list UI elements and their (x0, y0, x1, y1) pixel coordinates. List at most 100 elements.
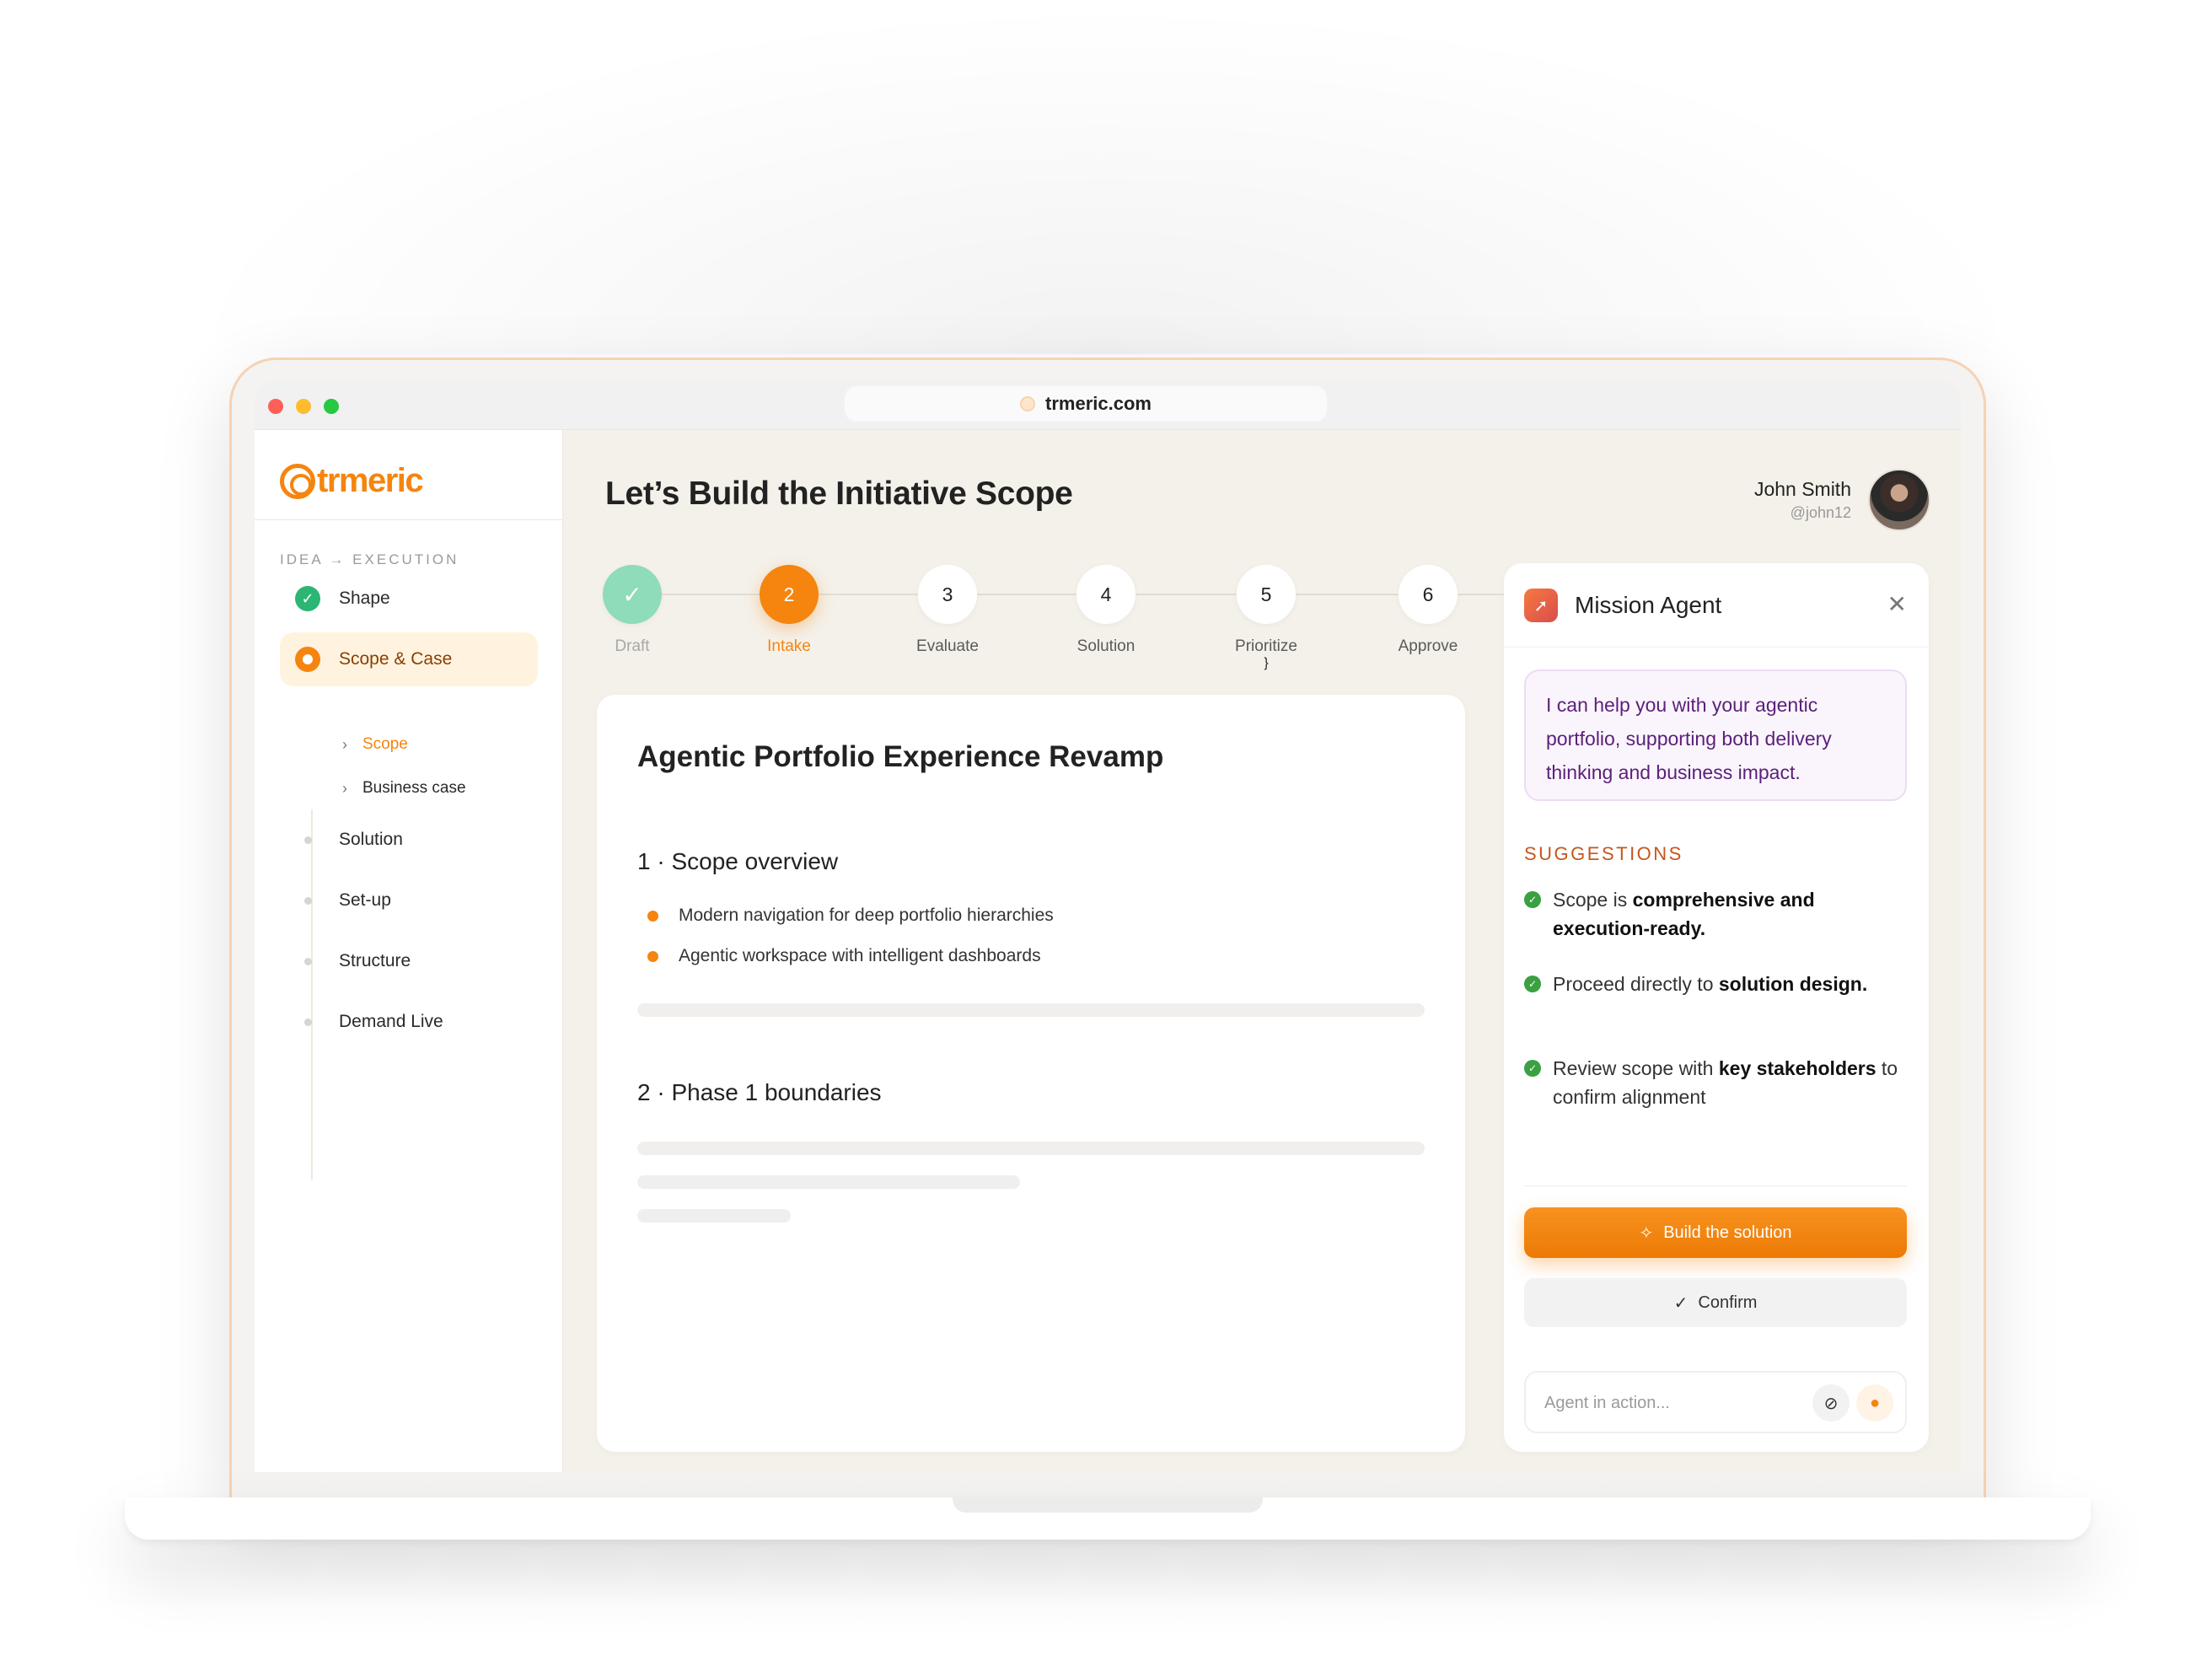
section-title-scope-overview: 1 · Scope overview (637, 848, 839, 874)
sidebar-item-label: Shape (339, 589, 390, 608)
check-icon: ✓ (295, 586, 320, 611)
step-circle: 3 (918, 565, 977, 624)
sidebar-subitem-label: Business case (362, 779, 466, 797)
breadcrumb: IDEA → EXECUTION (280, 551, 459, 567)
list-item: Agentic workspace with intelligent dashb… (647, 946, 1041, 966)
step-circle: ✓ (603, 565, 662, 624)
check-icon: ✓ (1524, 976, 1541, 992)
attach-icon[interactable]: ⊘ (1812, 1384, 1850, 1422)
maximize-window-icon[interactable] (324, 399, 339, 414)
step-intake[interactable]: 2 Intake (738, 565, 840, 656)
browser-bar: trmeric.com (255, 381, 1961, 430)
chevron-right-icon: › (342, 779, 347, 797)
close-window-icon[interactable] (268, 399, 283, 414)
list-item: Modern navigation for deep portfolio hie… (647, 906, 1054, 926)
check-icon: ✓ (1524, 1060, 1541, 1077)
microphone-icon[interactable]: ● (1856, 1384, 1893, 1422)
sidebar-subitem-business-case[interactable]: › Business case (342, 779, 466, 798)
step-circle: 4 (1076, 565, 1136, 624)
rocket-icon: ➚ (1524, 589, 1558, 622)
site-icon (1020, 396, 1036, 411)
sidebar-item-shape[interactable]: ✓ Shape (280, 572, 538, 626)
step-label: Intake (767, 637, 811, 655)
loading-placeholder (637, 1175, 1020, 1189)
loading-placeholder (637, 1003, 1425, 1017)
active-step-icon (295, 647, 320, 672)
step-label: Evaluate (916, 637, 979, 655)
build-solution-label: Build the solution (1663, 1223, 1792, 1242)
step-label: Approve (1398, 637, 1458, 655)
address-bar[interactable]: trmeric.com (845, 386, 1327, 422)
step-circle: 6 (1399, 565, 1458, 624)
step-label: Solution (1076, 637, 1136, 655)
logo[interactable]: trmeric (280, 462, 424, 500)
checkmark-icon: ✓ (1673, 1293, 1689, 1313)
suggestion-item[interactable]: ✓ Review scope with key stakeholders to … (1524, 1054, 1907, 1111)
step-prioritize[interactable]: 5 Prioritize } (1216, 565, 1317, 671)
card-title: Agentic Portfolio Experience Revamp (637, 740, 1164, 773)
step-label: Draft (615, 637, 650, 655)
sparkle-icon: ✧ (1639, 1223, 1654, 1243)
step-approve[interactable]: 6 Approve (1377, 565, 1479, 656)
sidebar-item-label: Set-up (339, 890, 391, 910)
sidebar-subitem-scope[interactable]: › Scope (342, 735, 408, 754)
bullet-dot-icon (647, 950, 658, 962)
app-screen: trmeric.com trmeric IDEA → EXECUTION ✓ S… (255, 381, 1961, 1472)
logo-text: trmeric (317, 462, 424, 499)
sidebar-item-label: Solution (339, 830, 403, 849)
user-profile[interactable]: John Smith @john12 (1754, 469, 1930, 531)
sidebar: trmeric IDEA → EXECUTION ✓ Shape Scope &… (255, 430, 563, 1472)
user-handle: @john12 (1790, 504, 1851, 521)
agent-chat-input[interactable] (1544, 1386, 1797, 1420)
sidebar-item-label: Scope & Case (339, 649, 453, 669)
build-solution-button[interactable]: ✧ Build the solution (1524, 1207, 1907, 1258)
sidebar-divider (255, 519, 562, 520)
agent-header: ➚ Mission Agent ✕ (1504, 563, 1929, 648)
pending-dot-icon (295, 949, 320, 974)
sidebar-item-structure[interactable]: Structure (280, 934, 538, 988)
suggestion-item[interactable]: ✓ Proceed directly to solution design. (1524, 970, 1907, 998)
suggestion-bold: key stakeholders (1718, 1057, 1876, 1079)
user-name: John Smith (1753, 478, 1851, 500)
bullet-dot-icon (647, 910, 658, 922)
avatar[interactable] (1868, 469, 1930, 531)
agent-title: Mission Agent (1575, 592, 1722, 618)
agent-input-box: ⊘ ● (1524, 1371, 1907, 1433)
step-circle: 2 (760, 565, 819, 624)
confirm-button[interactable]: ✓ Confirm (1524, 1278, 1907, 1327)
close-icon[interactable]: ✕ (1887, 590, 1907, 618)
minimize-window-icon[interactable] (296, 399, 311, 414)
pending-dot-icon (295, 827, 320, 852)
suggestions-heading: SUGGESTIONS (1524, 843, 1683, 864)
logo-icon (280, 463, 315, 499)
step-draft[interactable]: ✓ Draft (582, 565, 683, 656)
list-item-text: Agentic workspace with intelligent dashb… (679, 946, 1041, 965)
sidebar-item-demand-live[interactable]: Demand Live (280, 995, 538, 1049)
sidebar-item-label: Demand Live (339, 1012, 443, 1031)
suggestion-text: Review scope with (1553, 1057, 1719, 1079)
sidebar-item-set-up[interactable]: Set-up (280, 874, 538, 927)
suggestion-text: Scope is (1553, 889, 1633, 911)
step-evaluate[interactable]: 3 Evaluate (897, 565, 998, 656)
check-icon: ✓ (1524, 891, 1541, 908)
step-circle: 5 (1237, 565, 1296, 624)
mission-agent-panel: ➚ Mission Agent ✕ I can help you with yo… (1504, 563, 1929, 1452)
agent-divider (1524, 1185, 1907, 1186)
pending-dot-icon (295, 1009, 320, 1035)
step-solution[interactable]: 4 Solution (1055, 565, 1157, 656)
loading-placeholder (637, 1142, 1425, 1155)
suggestion-text: Proceed directly to (1553, 973, 1719, 995)
suggestion-item[interactable]: ✓ Scope is comprehensive and execution-r… (1524, 885, 1907, 943)
sidebar-item-scope-case[interactable]: Scope & Case (280, 632, 538, 686)
section-title-phase-boundaries: 2 · Phase 1 boundaries (637, 1079, 882, 1105)
sidebar-subitem-label: Scope (362, 735, 408, 753)
list-item-text: Modern navigation for deep portfolio hie… (679, 906, 1054, 925)
sidebar-item-solution[interactable]: Solution (280, 813, 538, 867)
suggestion-bold: solution design. (1718, 973, 1868, 995)
agent-message: I can help you with your agentic portfol… (1524, 669, 1907, 801)
loading-placeholder (637, 1209, 791, 1223)
sidebar-item-label: Structure (339, 951, 411, 970)
url-text: trmeric.com (1045, 393, 1152, 414)
background-glow (169, 0, 2043, 354)
scope-document-card: Agentic Portfolio Experience Revamp 1 · … (597, 695, 1465, 1452)
